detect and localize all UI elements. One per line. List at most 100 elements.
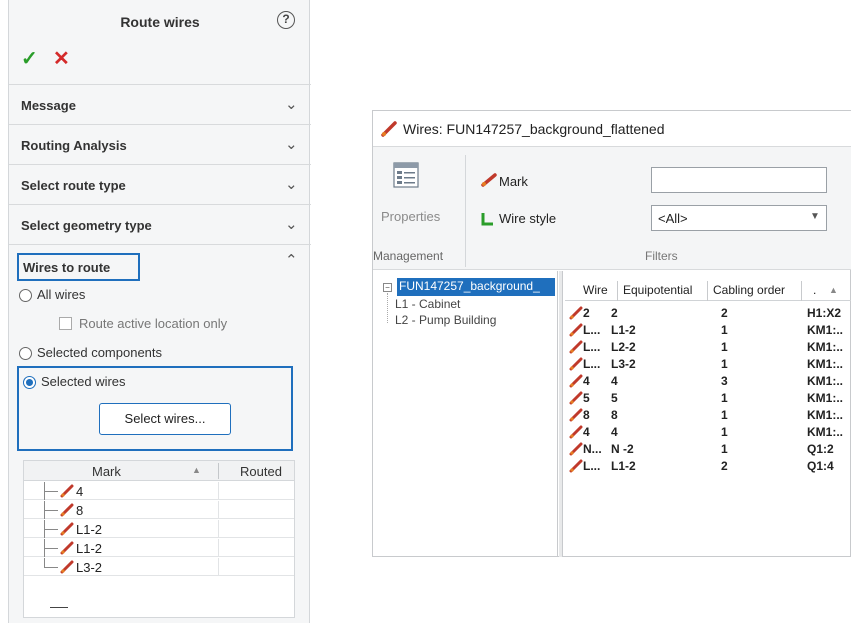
cell-wire: L... [583,323,601,337]
help-icon[interactable]: ? [277,11,295,29]
table-row[interactable]: L... L1-2 1 KM1:.. [565,322,851,338]
cell-cabling-order: 1 [721,391,728,405]
grid-row[interactable]: L1-2 [24,539,294,557]
collapse-icon[interactable]: − [383,283,392,292]
cell-wire: 5 [583,391,590,405]
column-divider[interactable] [617,281,618,301]
wire-style-label: Wire style [499,211,557,226]
grid-row[interactable]: L1-2 [24,520,294,538]
table-row[interactable]: L... L2-2 1 KM1:.. [565,339,851,355]
cell-more: KM1:.. [807,374,843,388]
table-row[interactable]: L... L1-2 2 Q1:4 [565,458,851,474]
table-row[interactable]: 8 8 1 KM1:.. [565,407,851,423]
column-divider[interactable] [707,281,708,301]
section-select-route-type[interactable]: Select route type ⌄ [9,164,311,204]
select-wires-button[interactable]: Select wires... [99,403,231,435]
radio-all-wires[interactable] [19,289,32,302]
section-label: Message [21,98,76,113]
properties-icon[interactable] [393,162,419,188]
cell-more: KM1:.. [807,323,843,337]
all-wires-label: All wires [37,287,86,302]
mark-filter-input[interactable] [651,167,827,193]
wire-icon [569,306,583,320]
section-routing-analysis[interactable]: Routing Analysis ⌄ [9,124,311,164]
table-header: Wire Equipotential Cabling order . ▲ [565,281,851,301]
cell-wire: N... [583,442,602,456]
grid-row[interactable]: L3-2 [24,558,294,576]
grid-row[interactable]: 8 [24,501,294,519]
section-label: Select geometry type [21,218,152,233]
properties-button[interactable]: Properties [381,209,440,224]
grid-mark: 4 [76,484,84,499]
radio-selected-components[interactable] [19,347,32,360]
chevron-down-icon: ⌄ [285,216,298,233]
cancel-x-icon[interactable]: ✕ [53,46,70,71]
chevron-down-icon: ⌄ [285,176,298,193]
chevron-up-icon: ⌃ [285,252,298,269]
table-row[interactable]: L... L3-2 1 KM1:.. [565,356,851,372]
column-more[interactable]: . [813,283,816,297]
tree-line [44,558,45,567]
table-row[interactable]: 5 5 1 KM1:.. [565,390,851,406]
wire-icon [569,357,583,371]
cell-more: H1:X2 [807,306,842,320]
column-equipotential[interactable]: Equipotential [623,283,692,297]
cell-cabling-order: 1 [721,425,728,439]
column-mark[interactable]: Mark [92,464,121,479]
wire-icon [569,425,583,439]
table-row[interactable]: 2 2 2 H1:X2 [565,305,851,321]
grid-mark: L1-2 [76,541,103,556]
wire-style-icon [481,213,493,226]
wire-icon [481,173,497,187]
radio-selected-wires[interactable] [23,376,36,389]
cell-cabling-order: 1 [721,357,728,371]
wire-icon [60,484,74,498]
new-row-marker[interactable] [50,607,68,608]
grid-row[interactable]: 4 [24,482,294,500]
table-row[interactable]: 4 4 3 KM1:.. [565,373,851,389]
sort-asc-icon: ▲ [829,285,838,295]
section-label: Select route type [21,178,126,193]
column-wire[interactable]: Wire [583,283,608,297]
wire-icon [60,560,74,574]
grid-mark: L3-2 [76,560,103,575]
wire-icon [569,408,583,422]
tree-line [44,567,58,568]
tree-line [44,510,58,511]
window-titlebar: Wires: FUN147257_background_flattened [373,111,851,147]
table-row[interactable]: 4 4 1 KM1:.. [565,424,851,440]
cell-cabling-order: 1 [721,340,728,354]
column-divider[interactable] [801,281,802,301]
ribbon: Properties Management Mark Wire style <A… [373,147,851,270]
cell-wire: L... [583,340,601,354]
ok-check-icon[interactable]: ✓ [21,46,38,71]
wire-icon [381,121,397,137]
tree-root[interactable]: FUN147257_background_ [397,278,555,296]
cell-divider [218,520,219,538]
column-routed[interactable]: Routed [240,464,282,479]
cell-divider [218,501,219,519]
column-divider[interactable] [218,463,219,479]
splitter[interactable] [559,271,563,557]
cell-equipotential: L1-2 [611,323,636,337]
table-row[interactable]: N... N -2 1 Q1:2 [565,441,851,457]
section-select-geometry-type[interactable]: Select geometry type ⌄ [9,204,311,244]
cell-cabling-order: 1 [721,442,728,456]
cell-equipotential: L3-2 [611,357,636,371]
wire-icon [569,374,583,388]
section-message[interactable]: Message ⌄ [9,84,311,124]
wire-icon [60,541,74,555]
dropdown-arrow-icon: ▼ [810,211,820,222]
chevron-down-icon: ⌄ [285,96,298,113]
tree-item[interactable]: L2 - Pump Building [395,313,496,327]
cell-wire: 4 [583,374,590,388]
wire-style-select[interactable]: <All> ▼ [651,205,827,231]
cell-more: KM1:.. [807,340,843,354]
route-active-checkbox[interactable] [59,317,72,330]
tree-item[interactable]: L1 - Cabinet [395,297,460,311]
grid-mark: 8 [76,503,84,518]
grid-header: Mark ▲ Routed [24,461,294,481]
filters-group-label: Filters [645,249,678,263]
column-cabling-order[interactable]: Cabling order [713,283,785,297]
cell-equipotential: N -2 [611,442,634,456]
